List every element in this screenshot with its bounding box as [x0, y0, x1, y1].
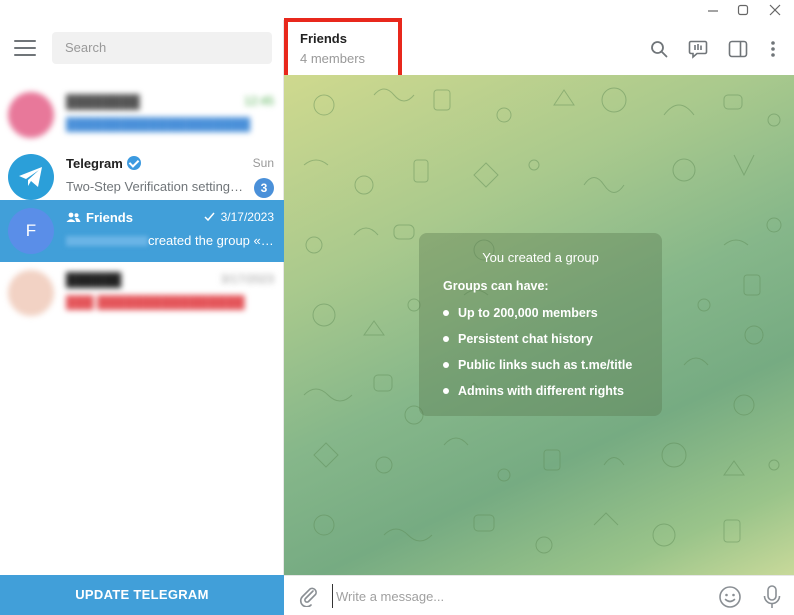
chat-preview: created the group «Frie… — [148, 233, 274, 248]
window-titlebar — [0, 0, 794, 20]
chat-preview: Two-Step Verification setting… — [66, 179, 244, 194]
chat-time: 3/17/2023 — [220, 272, 274, 286]
search-icon[interactable] — [648, 38, 670, 60]
info-list-item: Admins with different rights — [443, 384, 624, 398]
menu-icon[interactable] — [14, 40, 36, 56]
header-highlight-box — [284, 18, 402, 80]
bullet-icon — [443, 336, 449, 342]
microphone-icon[interactable] — [762, 584, 782, 610]
update-telegram-button[interactable]: UPDATE TELEGRAM — [0, 575, 284, 615]
minimize-icon[interactable] — [698, 0, 728, 20]
maximize-icon[interactable] — [728, 0, 758, 20]
info-subtitle: Groups can have: — [443, 279, 549, 293]
more-icon[interactable] — [762, 38, 784, 60]
video-chat-icon[interactable] — [687, 38, 709, 60]
unread-badge: 3 — [254, 178, 274, 198]
chat-name: Telegram — [66, 156, 141, 171]
chat-time: 12:45 — [243, 94, 274, 108]
chat-name: ██████ — [66, 272, 122, 287]
chat-list-item-selected[interactable]: F Friends 3/17/2023 created the group «F… — [0, 200, 284, 262]
message-input[interactable] — [332, 584, 712, 608]
bullet-icon — [443, 362, 449, 368]
chat-time: 3/17/2023 — [204, 210, 274, 224]
group-icon — [66, 212, 81, 222]
verified-icon — [126, 156, 141, 170]
info-title: You created a group — [482, 250, 599, 265]
close-icon[interactable] — [760, 0, 790, 20]
avatar: F — [8, 208, 54, 254]
message-composer — [284, 575, 794, 615]
info-list-item: Up to 200,000 members — [443, 306, 598, 320]
redacted-text — [66, 236, 148, 246]
double-check-icon — [204, 212, 215, 222]
chat-list-item[interactable]: Telegram Sun Two-Step Verification setti… — [0, 146, 284, 208]
chat-preview: ███ ████████████████ — [66, 295, 245, 310]
chat-time: Sun — [252, 156, 274, 170]
chat-list-item[interactable]: ██████ 3/17/2023 ███ ████████████████ — [0, 262, 284, 324]
chat-name: Friends — [66, 210, 133, 225]
chat-preview: ████████████████████ — [66, 117, 251, 132]
info-list-item: Public links such as t.me/title — [443, 358, 632, 372]
group-created-info-box: You created a group Groups can have: Up … — [419, 233, 662, 416]
avatar — [8, 154, 54, 200]
sidebar-toggle-icon[interactable] — [727, 38, 749, 60]
paperclip-icon[interactable] — [298, 585, 320, 608]
info-list-item: Persistent chat history — [443, 332, 593, 346]
bullet-icon — [443, 310, 449, 316]
telegram-logo-icon — [19, 167, 42, 187]
emoji-icon[interactable] — [718, 585, 742, 609]
avatar — [8, 270, 54, 316]
avatar — [8, 92, 54, 138]
bullet-icon — [443, 388, 449, 394]
chat-name: ████████ — [66, 94, 140, 109]
chat-list-sidebar: Search ████████ 12:45 ██████████████████… — [0, 20, 284, 615]
chat-list-item[interactable]: ████████ 12:45 ████████████████████ — [0, 84, 284, 146]
search-input[interactable]: Search — [52, 32, 272, 64]
